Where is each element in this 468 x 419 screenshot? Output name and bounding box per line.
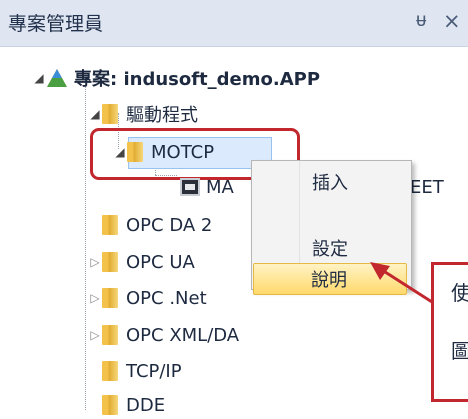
menu-item-settings[interactable]: 設定 — [312, 235, 348, 261]
collapse-arrow-icon[interactable]: ▷ — [88, 328, 102, 342]
driver-sheet-suffix: EET — [410, 176, 444, 198]
callout-text-1: 使 — [451, 281, 468, 305]
annotation-arrow — [370, 262, 433, 304]
drivers-label: 驅動程式 — [126, 105, 198, 126]
folder-icon — [102, 395, 118, 415]
menu-item-insert[interactable]: 插入 — [312, 169, 348, 195]
folder-icon — [102, 288, 118, 308]
tree-item-folder[interactable]: OPC DA 2 — [88, 212, 212, 238]
folder-label: OPC XML/DA — [126, 324, 240, 346]
tree-item-folder[interactable]: TCP/IP — [88, 358, 182, 384]
tree-connector — [85, 85, 86, 410]
folder-label: OPC DA 2 — [126, 214, 213, 236]
close-icon[interactable]: × — [443, 9, 461, 33]
folder-label: TCP/IP — [126, 360, 182, 382]
tree-item-folder[interactable]: ▷ OPC UA — [88, 249, 195, 275]
folder-label: DDE — [126, 394, 166, 416]
folder-icon — [102, 325, 118, 345]
collapse-arrow-icon[interactable]: ▷ — [88, 291, 102, 305]
tree-item-folder[interactable]: ▷ OPC XML/DA — [88, 322, 239, 348]
folder-icon — [102, 104, 118, 124]
tree-item-driver-sheet[interactable]: MA — [180, 174, 234, 200]
annotation-callout: 使 圖 — [431, 262, 468, 402]
expand-arrow-icon[interactable]: ◢ — [32, 71, 46, 85]
pin-icon[interactable]: ᵾ — [416, 9, 426, 32]
driver-sheet-label: MA — [206, 176, 234, 198]
menu-item-help[interactable]: 說明 — [311, 266, 347, 292]
folder-icon — [102, 361, 118, 381]
folder-icon — [102, 252, 118, 272]
expand-arrow-icon[interactable]: ◢ — [88, 107, 102, 121]
tree-item-drivers[interactable]: ◢ 驅動程式 — [88, 101, 198, 127]
project-label: 專案: indusoft_demo.APP — [74, 69, 321, 90]
tree-item-project[interactable]: ◢ 專案: indusoft_demo.APP — [32, 65, 320, 91]
folder-label: OPC UA — [126, 251, 195, 273]
tree-item-folder[interactable]: DDE — [88, 392, 165, 418]
folder-icon — [102, 215, 118, 235]
panel-titlebar: 專案管理員 ᵾ × — [0, 0, 468, 47]
driver-sheet-icon — [180, 178, 200, 196]
panel-title: 專案管理員 — [8, 13, 104, 35]
callout-text-2: 圖 — [451, 339, 468, 363]
tree-item-folder[interactable]: ▷ OPC .Net — [88, 285, 207, 311]
collapse-arrow-icon[interactable]: ▷ — [88, 255, 102, 269]
project-icon — [46, 68, 68, 88]
folder-label: OPC .Net — [126, 287, 207, 309]
